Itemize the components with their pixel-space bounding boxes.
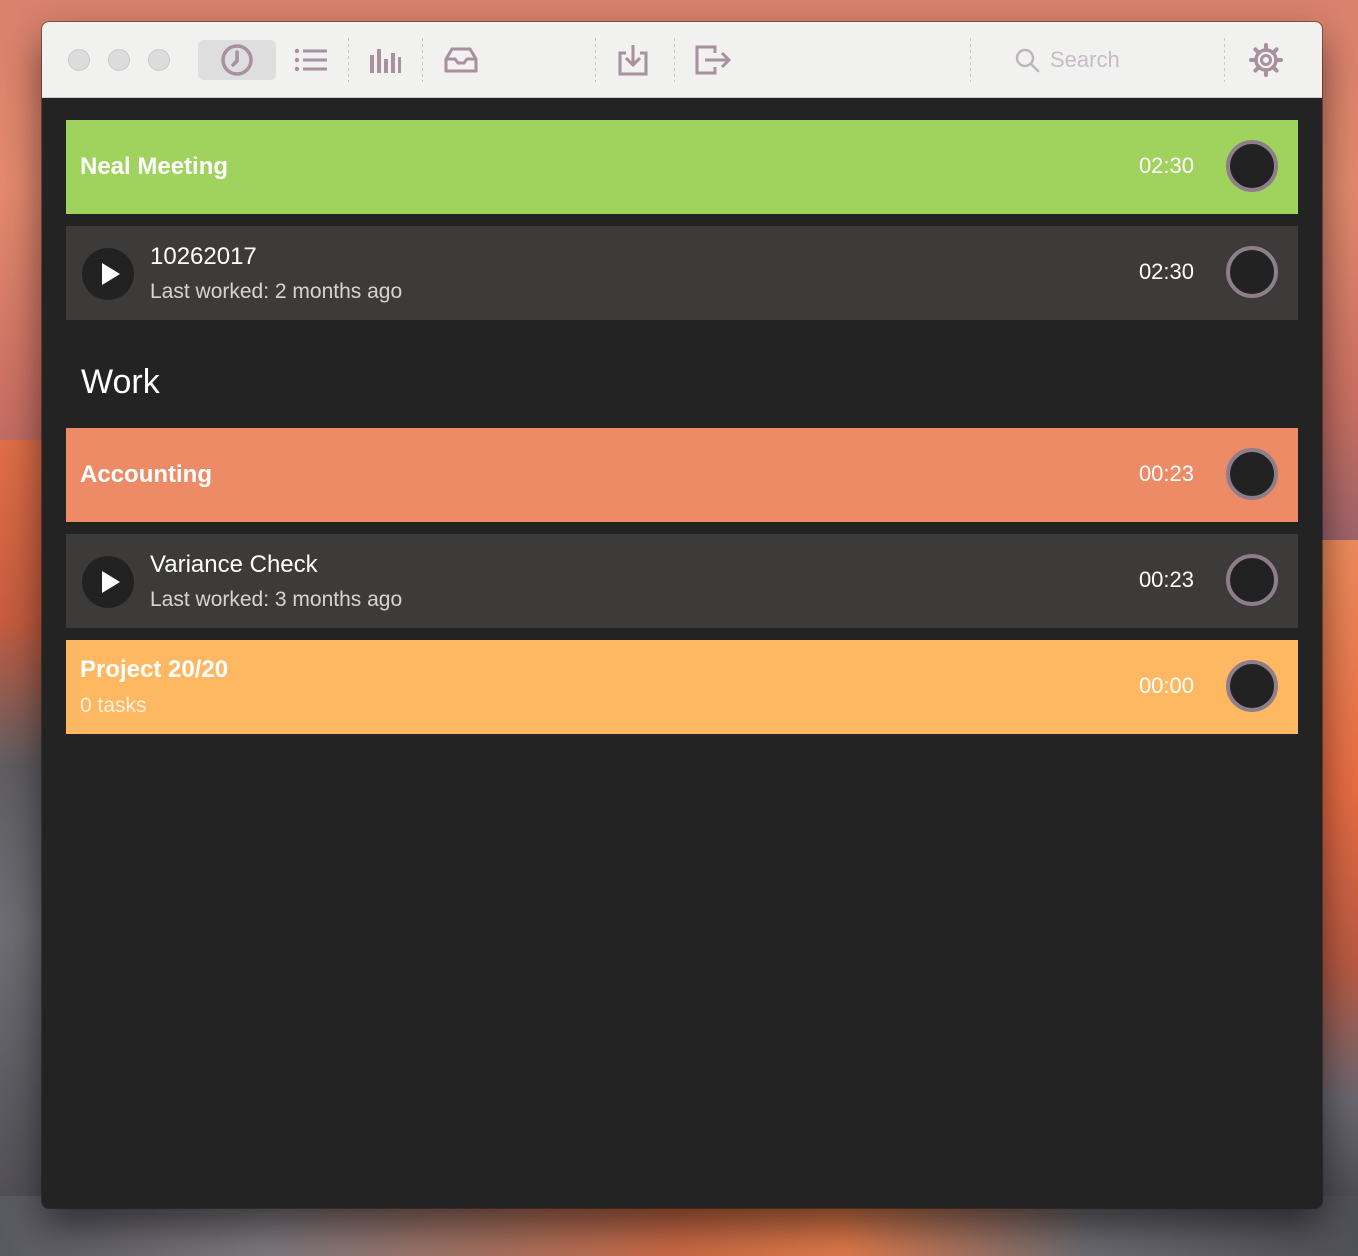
toolbar-separator: [1224, 38, 1225, 82]
project-title: Neal Meeting: [80, 153, 229, 180]
project-timer-button[interactable]: [1226, 448, 1278, 500]
project-time: 02:30: [1138, 153, 1194, 178]
project-timer-button[interactable]: [1226, 660, 1278, 712]
project-time: 00:00: [1138, 673, 1194, 698]
project-task-count: 0 tasks: [80, 694, 147, 717]
play-button[interactable]: [82, 248, 134, 300]
play-button[interactable]: [82, 556, 134, 608]
task-row[interactable]: 10262017 Last worked: 2 months ago 02:30: [66, 226, 1298, 320]
minimize-window-button[interactable]: [108, 49, 130, 71]
toolbar-separator: [422, 38, 423, 82]
task-time: 00:23: [1138, 567, 1194, 592]
timer-view-button[interactable]: [198, 40, 276, 80]
project-title: Accounting: [80, 461, 212, 488]
project-time: 00:23: [1138, 461, 1194, 486]
import-icon: [618, 45, 648, 76]
bar-chart-icon: [370, 49, 401, 73]
toolbar-separator: [595, 38, 596, 82]
project-row[interactable]: Project 20/20 0 tasks 00:00: [66, 640, 1298, 734]
toolbar-separator: [674, 38, 675, 82]
export-icon: [695, 45, 732, 75]
toolbar-separator: [970, 38, 971, 82]
list-icon: [294, 48, 327, 72]
task-title: 10262017: [150, 243, 257, 270]
project-list: Neal Meeting 02:30 10262017 Last worked:…: [66, 120, 1298, 734]
archive-view-button[interactable]: [438, 40, 484, 80]
project-timer-button[interactable]: [1226, 140, 1278, 192]
search-icon: [1015, 48, 1040, 73]
zoom-window-button[interactable]: [148, 49, 170, 71]
play-icon: [101, 263, 120, 285]
group-title: Work: [81, 363, 160, 401]
close-window-button[interactable]: [68, 49, 90, 71]
task-row[interactable]: Variance Check Last worked: 3 months ago…: [66, 534, 1298, 628]
inbox-icon: [444, 47, 478, 73]
toolbar-separator: [348, 38, 349, 82]
list-view-button[interactable]: [288, 40, 334, 80]
task-timer-button[interactable]: [1226, 246, 1278, 298]
play-icon: [101, 571, 120, 593]
task-time: 02:30: [1138, 259, 1194, 284]
reports-view-button[interactable]: [362, 40, 408, 80]
gear-icon: [1249, 43, 1283, 77]
project-row[interactable]: Neal Meeting 02:30: [66, 120, 1298, 214]
settings-button[interactable]: [1242, 40, 1290, 80]
task-timer-button[interactable]: [1226, 554, 1278, 606]
task-last-worked: Last worked: 2 months ago: [150, 280, 403, 303]
export-button[interactable]: [690, 40, 736, 80]
project-row[interactable]: Accounting 00:23: [66, 428, 1298, 522]
task-last-worked: Last worked: 3 months ago: [150, 588, 403, 611]
project-title: Project 20/20: [80, 656, 229, 683]
toolbar: [42, 22, 1322, 98]
timer-icon: [221, 44, 253, 76]
task-title: Variance Check: [150, 551, 318, 578]
search-input[interactable]: [1048, 46, 1232, 74]
import-button[interactable]: [610, 40, 656, 80]
search-field[interactable]: [1012, 38, 1242, 82]
app-window: Neal Meeting 02:30 10262017 Last worked:…: [42, 22, 1322, 1208]
